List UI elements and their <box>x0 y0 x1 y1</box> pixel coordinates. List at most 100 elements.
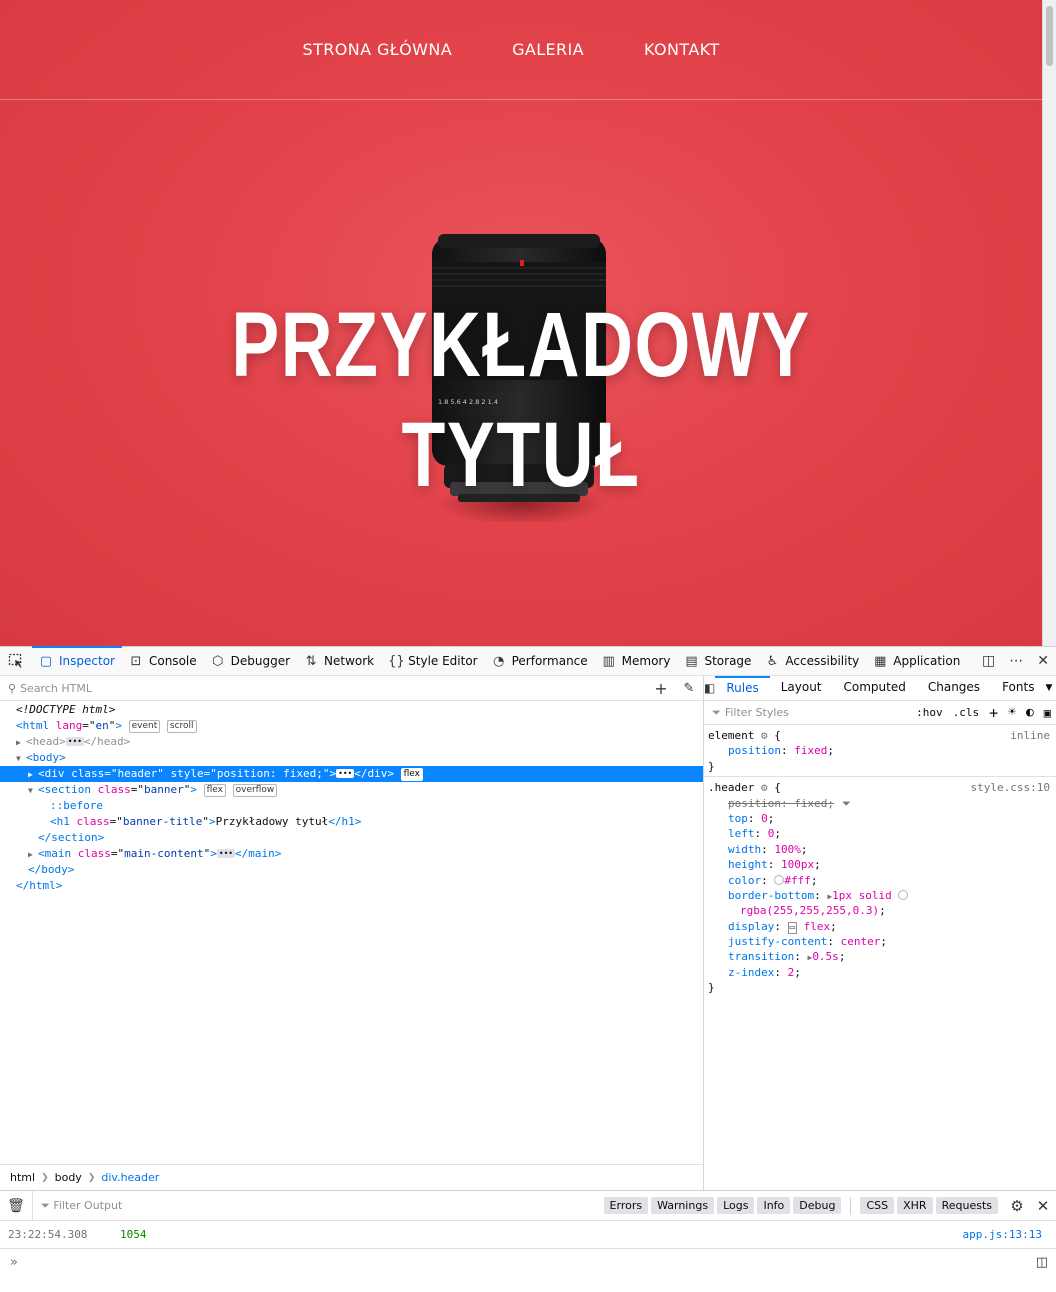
trash-icon[interactable]: 🗑 <box>0 1198 32 1214</box>
page-scrollbar-thumb[interactable] <box>1046 6 1053 66</box>
light-mode-icon[interactable]: ☀ <box>1003 705 1021 720</box>
filter-logs-button[interactable]: Logs <box>717 1197 755 1214</box>
collapsed-ellipsis[interactable]: ••• <box>336 769 355 778</box>
cls-button[interactable]: .cls <box>948 706 985 719</box>
collapse-triangle-icon[interactable]: ▼ <box>28 783 38 799</box>
property-value[interactable]: fixed <box>794 797 827 810</box>
property-value[interactable]: 100% <box>774 843 801 856</box>
rule-declaration[interactable]: color: #fff; <box>708 873 1056 888</box>
page-scrollbar[interactable] <box>1042 0 1056 646</box>
color-swatch[interactable] <box>898 889 909 900</box>
tree-line-header-div-selected[interactable]: ▶ <div class="header" style="position: fi… <box>0 766 703 782</box>
tree-line-html[interactable]: <html lang="en"> event scroll <box>0 718 703 734</box>
gear-icon[interactable]: ⚙ <box>761 781 768 794</box>
rule-declaration-overridden[interactable]: position: fixed; ⏷ <box>708 796 1056 811</box>
property-name[interactable]: z-index <box>728 966 774 979</box>
tree-line-body[interactable]: ▼ <body> <box>0 750 703 766</box>
nav-link-contact[interactable]: KONTAKT <box>644 40 719 59</box>
flexbox-highlighter-icon[interactable]: ▭ <box>787 921 798 934</box>
editor-mode-icon[interactable]: ◫ <box>1036 1255 1048 1270</box>
filter-errors-button[interactable]: Errors <box>603 1197 649 1214</box>
tab-fonts[interactable]: Fonts <box>991 676 1045 701</box>
tab-network[interactable]: ⇅ Network <box>297 646 381 676</box>
tab-computed[interactable]: Computed <box>833 676 917 701</box>
filter-debug-button[interactable]: Debug <box>793 1197 842 1214</box>
rule-declaration-continued[interactable]: rgba(255,255,255,0.3); <box>708 903 1056 918</box>
tab-accessibility[interactable]: ♿ Accessibility <box>758 646 866 676</box>
more-options-icon[interactable]: ⋯ <box>1002 653 1030 669</box>
add-rule-icon[interactable]: + <box>984 704 1003 722</box>
property-name[interactable]: transition <box>728 950 794 963</box>
property-name[interactable]: left <box>728 827 755 840</box>
filter-requests-button[interactable]: Requests <box>935 1197 998 1214</box>
flex-badge[interactable]: flex <box>203 784 226 797</box>
event-badge[interactable]: event <box>128 720 161 733</box>
tree-line-before[interactable]: ::before <box>0 798 703 814</box>
tab-debugger[interactable]: ⬡ Debugger <box>204 646 297 676</box>
console-message[interactable]: 23:22:54.308 1054 app.js:13:13 <box>0 1221 1056 1249</box>
rule-declaration[interactable]: justify-content: center; <box>708 934 1056 949</box>
property-value[interactable]: flex <box>804 920 831 933</box>
console-input[interactable]: » ◫ <box>0 1249 1056 1275</box>
eyedropper-icon[interactable]: ✎ <box>675 681 703 696</box>
responsive-design-icon[interactable]: ◫ <box>975 653 1002 669</box>
property-name[interactable]: display <box>728 920 774 933</box>
print-media-icon[interactable]: ▣ <box>1039 706 1056 720</box>
dark-mode-icon[interactable]: ◐ <box>1021 705 1039 720</box>
rule-declaration[interactable]: left: 0; <box>708 826 1056 841</box>
filter-output-input[interactable]: ⏷ Filter Output <box>32 1190 601 1221</box>
expand-triangle-icon[interactable]: ▶ <box>28 847 38 863</box>
property-name[interactable]: width <box>728 843 761 856</box>
tab-inspector[interactable]: ▢ Inspector <box>32 646 122 676</box>
tree-line-html-close[interactable]: </html> <box>0 878 703 894</box>
tree-line-main[interactable]: ▶ <main class="main-content"> ••• </main> <box>0 846 703 862</box>
property-name[interactable]: border-bottom <box>728 889 814 902</box>
element-picker-button[interactable] <box>0 646 32 676</box>
tab-changes[interactable]: Changes <box>917 676 991 701</box>
tab-memory[interactable]: ▥ Memory <box>595 646 678 676</box>
tabs-overflow-icon[interactable]: ▼ <box>1045 683 1052 693</box>
gear-icon[interactable]: ⚙ <box>1004 1197 1030 1215</box>
rule-declaration[interactable]: z-index: 2; <box>708 965 1056 980</box>
toggle-sidebar-icon[interactable]: ◧ <box>704 681 715 695</box>
rule-declaration[interactable]: position: fixed; <box>708 743 1056 758</box>
tree-line-section[interactable]: ▼ <section class="banner"> flex overflow <box>0 782 703 798</box>
tree-line-doctype[interactable]: <!DOCTYPE html> <box>0 702 703 718</box>
tree-line-h1[interactable]: <h1 class="banner-title">Przykładowy tyt… <box>0 814 703 830</box>
color-swatch[interactable] <box>774 874 785 885</box>
filter-icon[interactable]: ⏷ <box>842 796 851 811</box>
message-location-link[interactable]: app.js:13:13 <box>963 1228 1042 1241</box>
property-name[interactable]: color <box>728 874 761 887</box>
close-icon[interactable]: ✕ <box>1030 1197 1056 1215</box>
tab-rules[interactable]: Rules <box>715 675 770 701</box>
collapsed-ellipsis[interactable]: ••• <box>65 737 84 746</box>
collapsed-ellipsis[interactable]: ••• <box>216 849 236 858</box>
tree-line-section-close[interactable]: </section> <box>0 830 703 846</box>
property-value[interactable]: rgba(255,255,255,0.3) <box>740 904 879 917</box>
filter-warnings-button[interactable]: Warnings <box>651 1197 715 1214</box>
property-value[interactable]: 100px <box>781 858 814 871</box>
collapse-triangle-icon[interactable]: ▼ <box>16 751 26 767</box>
rule-source[interactable]: inline <box>1010 728 1050 743</box>
property-value[interactable]: 0 <box>768 827 775 840</box>
property-value[interactable]: 0 <box>761 812 768 825</box>
property-value[interactable]: 1px solid <box>832 889 892 902</box>
tree-line-head[interactable]: ▶ <head> ••• </head> <box>0 734 703 750</box>
add-node-icon[interactable]: + <box>647 679 675 698</box>
close-icon[interactable]: ✕ <box>1030 653 1056 669</box>
rule-source[interactable]: style.css:10 <box>971 780 1050 795</box>
rule-declaration[interactable]: transition: ▶0.5s; <box>708 949 1056 964</box>
property-value[interactable]: 2 <box>788 966 795 979</box>
property-name[interactable]: position <box>728 797 781 810</box>
property-value[interactable]: center <box>841 935 881 948</box>
property-name[interactable]: height <box>728 858 768 871</box>
breadcrumb-body[interactable]: body <box>55 1171 82 1184</box>
rule-declaration[interactable]: border-bottom: ▶1px solid <box>708 888 1056 903</box>
expand-triangle-icon[interactable]: ▶ <box>16 735 26 751</box>
rule-declaration[interactable]: top: 0; <box>708 811 1056 826</box>
nav-link-gallery[interactable]: GALERIA <box>512 40 584 59</box>
tab-style-editor[interactable]: {} Style Editor <box>381 646 484 676</box>
expand-triangle-icon[interactable]: ▶ <box>28 767 38 783</box>
filter-styles-input[interactable]: Filter Styles <box>725 706 911 719</box>
rule-declaration[interactable]: width: 100%; <box>708 842 1056 857</box>
